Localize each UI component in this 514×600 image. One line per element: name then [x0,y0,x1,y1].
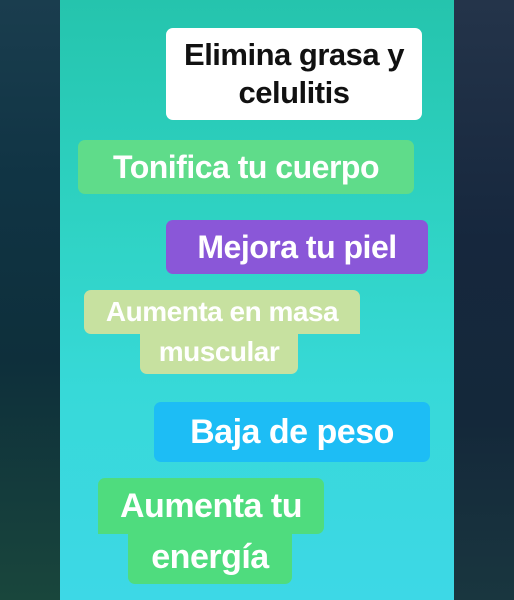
blurred-background-left [0,0,60,600]
benefit-improve-skin: Mejora tu piel [166,220,428,274]
benefit-eliminate-fat-line1: Elimina grasa y [184,37,404,72]
benefit-lose-weight: Baja de peso [154,402,430,462]
blurred-background-right [454,0,514,600]
benefit-muscle-mass-line1: Aumenta en masa [84,290,360,334]
benefit-energy-line2: energía [128,530,292,584]
benefit-eliminate-fat-line2: celulitis [238,75,350,110]
benefit-muscle-mass-line2: muscular [140,330,298,374]
benefit-tone-body: Tonifica tu cuerpo [78,140,414,194]
benefit-energy-line1: Aumenta tu [98,478,324,534]
benefit-eliminate-fat: Elimina grasa y celulitis [166,28,422,120]
